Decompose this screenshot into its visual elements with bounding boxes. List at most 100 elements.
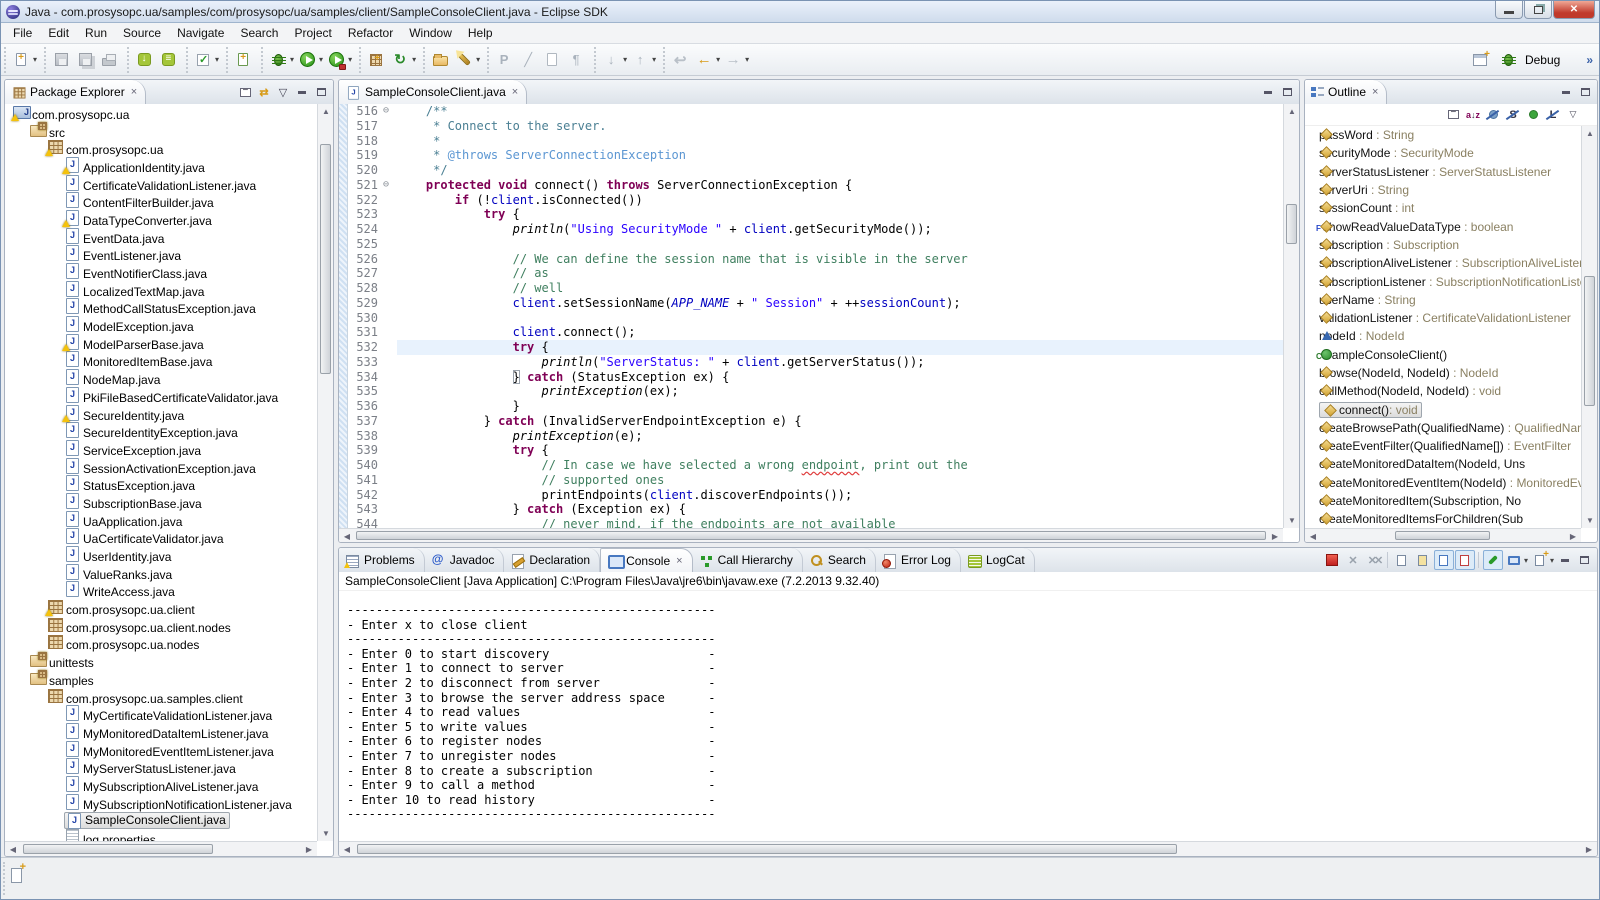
code-line[interactable]: 539 try { [349,443,1283,458]
tree-item[interactable]: MethodCallStatusException.java [5,299,317,317]
hide-static-members-icon[interactable]: S [1503,106,1523,124]
outline-item[interactable]: FshowReadValueDataType : boolean [1305,217,1581,235]
editor-tab[interactable]: SampleConsoleClient.java × [339,80,527,104]
maximize-outline-icon[interactable] [1576,83,1594,101]
new-wizard-icon-dropdown[interactable]: ▾ [33,55,37,64]
code-line[interactable]: 517 * Connect to the server. [349,119,1283,134]
restore-button[interactable] [1524,1,1552,19]
code-line[interactable]: 525 [349,237,1283,252]
outline-tab[interactable]: Outline × [1305,80,1387,104]
next-annotation-icon[interactable]: ↓ [600,49,622,71]
search-torch-icon-dropdown[interactable]: ▾ [476,55,480,64]
console-view-tab-console[interactable]: Console× [600,548,692,572]
tree-item[interactable]: log.properties [5,829,317,841]
outline-item[interactable]: subscriptionAliveListener : Subscription… [1305,254,1581,272]
close-console-tab-icon[interactable]: × [676,555,682,567]
perspective-more-chevron[interactable]: » [1586,53,1593,67]
prev-annotation-icon[interactable]: ↑ [629,49,651,71]
code-line[interactable]: 543 } catch (Exception ex) { [349,502,1283,517]
external-tools-check-icon[interactable] [192,49,214,71]
code-line[interactable]: 523 try { [349,207,1283,222]
menu-file[interactable]: File [5,24,40,42]
save-icon[interactable] [50,49,72,71]
outline-item[interactable]: CSampleConsoleClient() [1305,346,1581,364]
fold-marker-icon[interactable]: ⊖ [383,104,397,119]
open-folder-icon[interactable] [429,49,451,71]
code-area[interactable]: 516⊖ /**517 * Connect to the server.518 … [349,104,1283,528]
menu-refactor[interactable]: Refactor [340,24,401,42]
tree-item[interactable]: MySubscriptionNotificationListener.java [5,794,317,812]
code-line[interactable]: 544 // never mind, if the endpoints are … [349,517,1283,528]
run-secure-icon[interactable] [325,49,347,71]
run-icon[interactable] [296,49,318,71]
menu-run[interactable]: Run [77,24,115,42]
outline-item[interactable]: createBrowsePath(QualifiedName) : Qualif… [1305,419,1581,437]
tree-item[interactable]: DataTypeConverter.java [5,210,317,228]
display-selected-console-icon[interactable] [1504,550,1524,570]
tree-item[interactable]: com.prosysopc.ua [5,139,317,157]
minimize-outline-icon[interactable] [1557,83,1575,101]
tree-item[interactable]: ModelException.java [5,316,317,334]
tree-item[interactable]: samples [5,670,317,688]
code-line[interactable]: 540 // In case we have selected a wrong … [349,458,1283,473]
debug-perspective-icon[interactable] [1498,49,1520,71]
tree-item[interactable]: SecureIdentity.java [5,405,317,423]
code-line[interactable]: 526 // We can define the session name th… [349,252,1283,267]
tree-item[interactable]: EventNotifierClass.java [5,263,317,281]
code-line[interactable]: 532 try { [349,340,1283,355]
pin-console-icon[interactable] [1483,550,1503,570]
tree-item[interactable]: com.prosysopc.ua.client.nodes [5,617,317,635]
tree-item[interactable]: NodeMap.java [5,369,317,387]
run-secure-icon-dropdown[interactable]: ▾ [348,55,352,64]
code-line[interactable]: 530 [349,311,1283,326]
console-view-tab-problems[interactable]: Problems [339,548,425,572]
outline-item[interactable]: createMonitoredEventItem(NodeId) : Monit… [1305,474,1581,492]
code-line[interactable]: 533 println("ServerStatus: " + client.ge… [349,355,1283,370]
tree-item[interactable]: WriteAccess.java [5,582,317,600]
display-console-dropdown-icon[interactable]: ▾ [1524,556,1528,565]
outline-item[interactable]: createMonitoredItem(Subscription, No [1305,492,1581,510]
tree-item[interactable]: ApplicationIdentity.java [5,157,317,175]
back-icon-dropdown[interactable]: ▾ [716,55,720,64]
refresh-icon-dropdown[interactable]: ▾ [412,55,416,64]
code-line[interactable]: 535 printException(ex); [349,384,1283,399]
menu-project[interactable]: Project [286,24,339,42]
code-line[interactable]: 524 println("Using SecurityMode " + clie… [349,222,1283,237]
menu-navigate[interactable]: Navigate [169,24,232,42]
tree-item[interactable]: MyMonitoredEventItemListener.java [5,741,317,759]
tree-item[interactable]: UaCertificateValidator.java [5,529,317,547]
tree-item[interactable]: SecureIdentityException.java [5,422,317,440]
maximize-console-icon[interactable] [1575,551,1593,569]
tree-item[interactable]: com.prosysopc.ua.client [5,599,317,617]
menu-search[interactable]: Search [232,24,286,42]
code-line[interactable]: 536 } [349,399,1283,414]
tree-item[interactable]: UaApplication.java [5,511,317,529]
outline-item[interactable]: nodeId : NodeId [1305,327,1581,345]
tree-item[interactable]: LocalizedTextMap.java [5,281,317,299]
prev-annotation-icon-dropdown[interactable]: ▾ [652,55,656,64]
android-avd-icon[interactable] [157,49,179,71]
tree-item[interactable]: SessionActivationException.java [5,458,317,476]
code-line[interactable]: 527 // as [349,266,1283,281]
save-all-icon[interactable] [74,49,96,71]
code-line[interactable]: 518 * [349,134,1283,149]
hide-local-types-icon[interactable]: L [1543,106,1563,124]
menu-help[interactable]: Help [460,24,501,42]
outline-collapse-all-icon[interactable] [1443,106,1463,124]
new-java-project-icon[interactable]: + [365,49,387,71]
code-line[interactable]: 534 } catch (StatusException ex) { [349,370,1283,385]
run-icon-dropdown[interactable]: ▾ [319,55,323,64]
minimize-console-icon[interactable] [1556,551,1574,569]
console-view-tab-javadoc[interactable]: Javadoc [425,548,505,572]
code-line[interactable]: 531 client.connect(); [349,325,1283,340]
code-line[interactable]: 522 if (!client.isConnected()) [349,193,1283,208]
minimize-button[interactable] [1495,1,1523,19]
tree-item[interactable]: ModelParserBase.java [5,334,317,352]
debug-icon[interactable] [267,49,289,71]
fold-marker-icon[interactable]: ⊖ [383,178,397,193]
code-line[interactable]: 542 printEndpoints(client.discoverEndpoi… [349,488,1283,503]
tree-item[interactable]: MonitoredItemBase.java [5,352,317,370]
outline-item[interactable]: connect() : void [1305,400,1581,418]
outline-item[interactable]: passWord : String [1305,126,1581,144]
outline-item[interactable]: createEventFilter(QualifiedName[]) : Eve… [1305,437,1581,455]
